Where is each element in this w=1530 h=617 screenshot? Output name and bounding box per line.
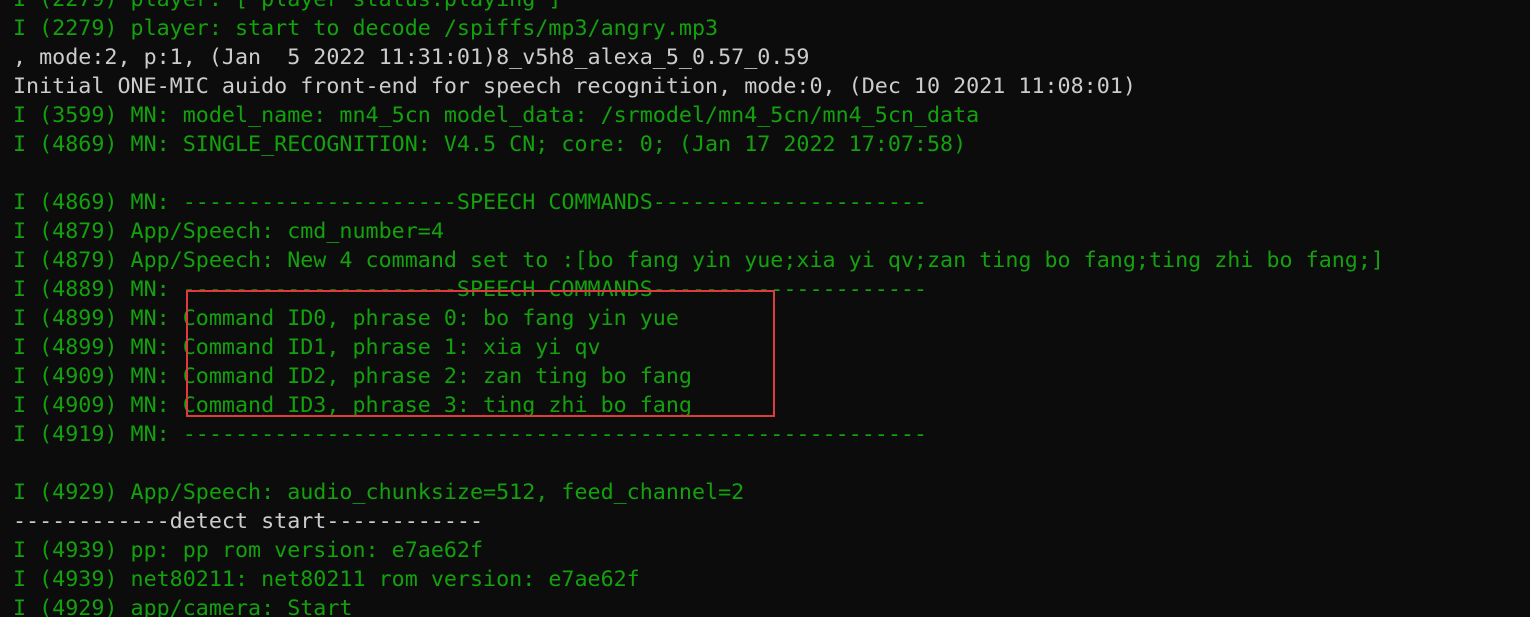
log-line: I (4879) App/Speech: cmd_number=4 — [13, 219, 444, 244]
log-line: I (4909) MN: Command ID3, phrase 3: ting… — [13, 393, 692, 418]
log-line: I (4889) MN: ---------------------SPEECH… — [13, 277, 927, 302]
log-line: I (4899) MN: Command ID0, phrase 0: bo f… — [13, 306, 679, 331]
log-line: I (4939) net80211: net80211 rom version:… — [13, 567, 640, 592]
log-line: I (3599) MN: model_name: mn4_5cn model_d… — [13, 103, 980, 128]
log-line: I (4899) MN: Command ID1, phrase 1: xia … — [13, 335, 601, 360]
log-line: I (4879) App/Speech: New 4 command set t… — [13, 248, 1384, 273]
log-line: ------------detect start------------ — [13, 509, 484, 534]
terminal-window[interactable]: I (2279) player: [ player status:playing… — [0, 0, 1530, 617]
log-line: I (2279) player: [ player status:playing… — [13, 0, 1384, 14]
log-line: I (4869) MN: SINGLE_RECOGNITION: V4.5 CN… — [13, 132, 967, 157]
log-line: ​ — [13, 159, 1384, 188]
log-line: I (4909) MN: Command ID2, phrase 2: zan … — [13, 364, 692, 389]
log-line: I (4929) App/Speech: audio_chunksize=512… — [13, 480, 745, 505]
log-line: , mode:2, p:1, (Jan 5 2022 11:31:01)8_v5… — [13, 45, 810, 70]
log-line: I (4929) app/camera: Start — [13, 596, 353, 617]
log-line: Initial ONE-MIC auido front-end for spee… — [13, 74, 1136, 99]
log-line: I (2279) player: start to decode /spiffs… — [13, 16, 719, 41]
log-line: I (4939) pp: pp rom version: e7ae62f — [13, 538, 484, 563]
log-line: I (4869) MN: ---------------------SPEECH… — [13, 190, 927, 215]
terminal-output: I (2279) player: [ player status:playing… — [13, 0, 1384, 617]
log-line: I (4919) MN: ---------------------------… — [13, 422, 927, 447]
log-line: ​ — [13, 449, 1384, 478]
